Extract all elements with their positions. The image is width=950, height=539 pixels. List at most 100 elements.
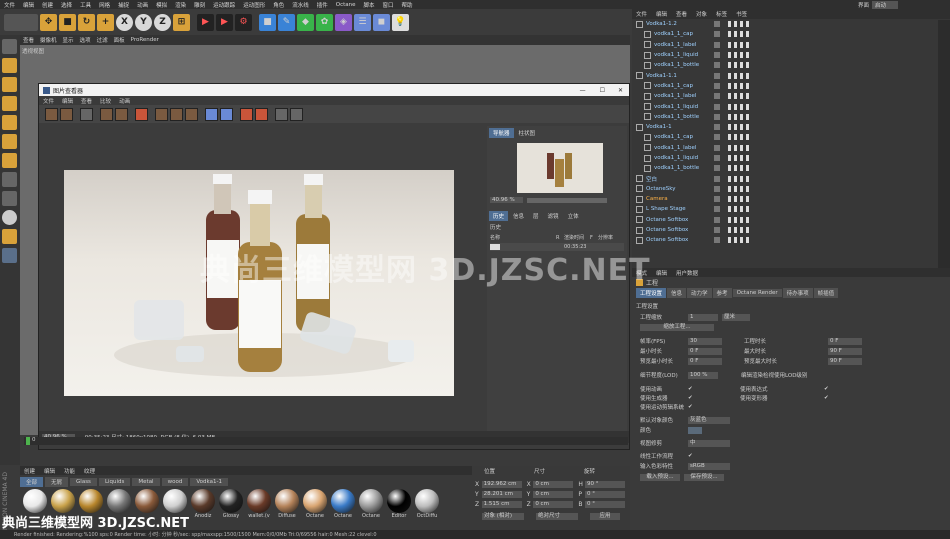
material-tags-icon[interactable] xyxy=(728,41,750,48)
object-name[interactable]: vodka1_1_liquid xyxy=(654,104,712,110)
coord-input[interactable]: 0 cm xyxy=(533,480,574,488)
menu-item[interactable]: 捕捉 xyxy=(118,1,129,9)
coord-input[interactable]: 28.201 cm xyxy=(481,490,522,498)
visibility-icon[interactable] xyxy=(714,124,720,131)
layout-selector[interactable]: 界面 启动 xyxy=(858,0,899,9)
object-row[interactable]: vodka1_1_label xyxy=(632,40,950,50)
material-tags-icon[interactable] xyxy=(728,206,750,213)
axis-y-button[interactable]: Y xyxy=(135,13,152,31)
object-row[interactable]: vodka1_1_liquid xyxy=(632,101,950,111)
material-filter[interactable]: wood xyxy=(161,478,189,486)
model-mode-icon[interactable] xyxy=(2,58,17,73)
object-tab[interactable]: 对象 xyxy=(692,9,711,19)
scale-unit-select[interactable]: 厘米 xyxy=(722,313,750,321)
timeline[interactable]: 0 xyxy=(24,437,628,445)
color-swatch[interactable] xyxy=(688,426,702,434)
menu-item[interactable]: 文件 xyxy=(4,1,15,9)
object-row[interactable]: vodka1_1_label xyxy=(632,143,950,153)
input-color-select[interactable]: sRGB xyxy=(688,462,730,470)
channel-b-icon[interactable] xyxy=(275,107,288,121)
viewport-menu-item[interactable]: ProRender xyxy=(131,37,159,43)
points-mode-icon[interactable] xyxy=(2,115,17,130)
menu-item[interactable]: 窗口 xyxy=(383,1,394,9)
visibility-icon[interactable] xyxy=(714,227,720,234)
material-tags-icon[interactable] xyxy=(728,196,750,203)
attr-subtab[interactable]: 工程设置 xyxy=(636,288,667,298)
scale-input[interactable]: 1 xyxy=(688,313,718,321)
object-tab[interactable]: 文件 xyxy=(632,9,651,19)
material-item[interactable]: Octane xyxy=(302,489,328,519)
field-input[interactable]: 30 xyxy=(688,337,722,345)
tweak-icon[interactable] xyxy=(2,191,17,206)
object-name[interactable]: Octane Softbox xyxy=(646,237,712,243)
dialog-menu-item[interactable]: 文件 xyxy=(43,97,54,105)
close-icon[interactable]: ✕ xyxy=(618,87,623,94)
object-name[interactable]: vodka1_1_bottle xyxy=(654,165,712,171)
scale-project-button[interactable]: 缩放工程... xyxy=(640,323,714,331)
polygons-mode-icon[interactable] xyxy=(2,153,17,168)
attr-menu-item[interactable]: 编辑 xyxy=(652,268,671,278)
channel-g-icon[interactable] xyxy=(255,107,268,121)
minimize-icon[interactable]: — xyxy=(580,87,586,94)
zoom-value[interactable]: 40.96 % xyxy=(490,197,523,203)
object-row[interactable]: Camera xyxy=(632,194,950,204)
cube-primitive-icon[interactable]: ■ xyxy=(259,13,276,31)
menu-item[interactable]: 编辑 xyxy=(23,1,34,9)
visibility-icon[interactable] xyxy=(714,196,720,203)
timeline-marker[interactable] xyxy=(26,437,30,445)
material-menu-item[interactable]: 纹理 xyxy=(80,466,99,476)
object-tab[interactable]: 标签 xyxy=(712,9,731,19)
viewport-menu-item[interactable]: 过滤 xyxy=(97,36,108,44)
attr-subtab[interactable]: Octane Render xyxy=(732,289,782,297)
coord-input[interactable]: 0 cm xyxy=(533,490,574,498)
menu-item[interactable]: 脚本 xyxy=(364,1,375,9)
object-row[interactable]: Vodka1-1.2 xyxy=(632,19,950,29)
visibility-icon[interactable] xyxy=(714,237,720,244)
object-tab[interactable]: 书签 xyxy=(732,9,751,19)
layout-dropdown[interactable]: 启动 xyxy=(872,0,899,9)
material-filter[interactable]: Glass xyxy=(70,478,97,486)
field-input[interactable]: 90 F xyxy=(828,357,862,365)
material-menu-item[interactable]: 功能 xyxy=(60,466,79,476)
tab-filters[interactable]: 滤镜 xyxy=(544,211,563,221)
coord-input[interactable]: 0 ° xyxy=(584,500,626,508)
material-tags-icon[interactable] xyxy=(728,175,750,182)
object-row[interactable]: vodka1_1_bottle xyxy=(632,163,950,173)
move-tool-icon[interactable]: ✥ xyxy=(40,13,57,31)
attr-subtab[interactable]: 信息 xyxy=(667,288,687,298)
menu-item[interactable]: 渲染 xyxy=(175,1,186,9)
material-tags-icon[interactable] xyxy=(728,227,750,234)
attr-menu-item[interactable]: 用户数据 xyxy=(672,268,702,278)
visibility-icon[interactable] xyxy=(714,175,720,182)
object-name[interactable]: vodka1_1_label xyxy=(654,93,712,99)
object-name[interactable]: Vodka1-1.1 xyxy=(646,73,712,79)
material-item[interactable]: OctDiffu xyxy=(414,489,440,519)
material-tags-icon[interactable] xyxy=(728,185,750,192)
viewport-menu-item[interactable]: 显示 xyxy=(63,36,74,44)
object-name[interactable]: vodka1_1_cap xyxy=(654,134,712,140)
object-row[interactable]: Octane Softbox xyxy=(632,225,950,235)
diff-icon[interactable] xyxy=(185,107,198,121)
material-item[interactable]: Diffuse xyxy=(274,489,300,519)
region-icon[interactable] xyxy=(100,107,113,121)
material-item[interactable]: Anodiz xyxy=(190,489,216,519)
object-row[interactable]: OctaneSky xyxy=(632,184,950,194)
default-color-select[interactable]: 灰蓝色 xyxy=(688,416,730,424)
visibility-icon[interactable] xyxy=(714,82,720,89)
field-input[interactable]: 0 F xyxy=(688,357,722,365)
object-row[interactable]: Vodka1-1.1 xyxy=(632,70,950,80)
object-row[interactable]: vodka1_1_bottle xyxy=(632,60,950,70)
object-name[interactable]: vodka1_1_cap xyxy=(654,83,712,89)
object-tab[interactable]: 查看 xyxy=(672,9,691,19)
menu-item[interactable]: 帮助 xyxy=(402,1,413,9)
object-row[interactable]: vodka1_1_cap xyxy=(632,132,950,142)
material-tags-icon[interactable] xyxy=(728,93,750,100)
material-tags-icon[interactable] xyxy=(728,113,750,120)
axis-z-button[interactable]: Z xyxy=(154,13,171,31)
material-item[interactable] xyxy=(78,489,104,513)
object-name[interactable]: vodka1_1_liquid xyxy=(654,52,712,58)
menu-item[interactable]: 雕刻 xyxy=(194,1,205,9)
menu-item[interactable]: 运动图形 xyxy=(243,1,265,9)
object-row[interactable]: vodka1_1_cap xyxy=(632,81,950,91)
dialog-menu-item[interactable]: 查看 xyxy=(81,97,92,105)
